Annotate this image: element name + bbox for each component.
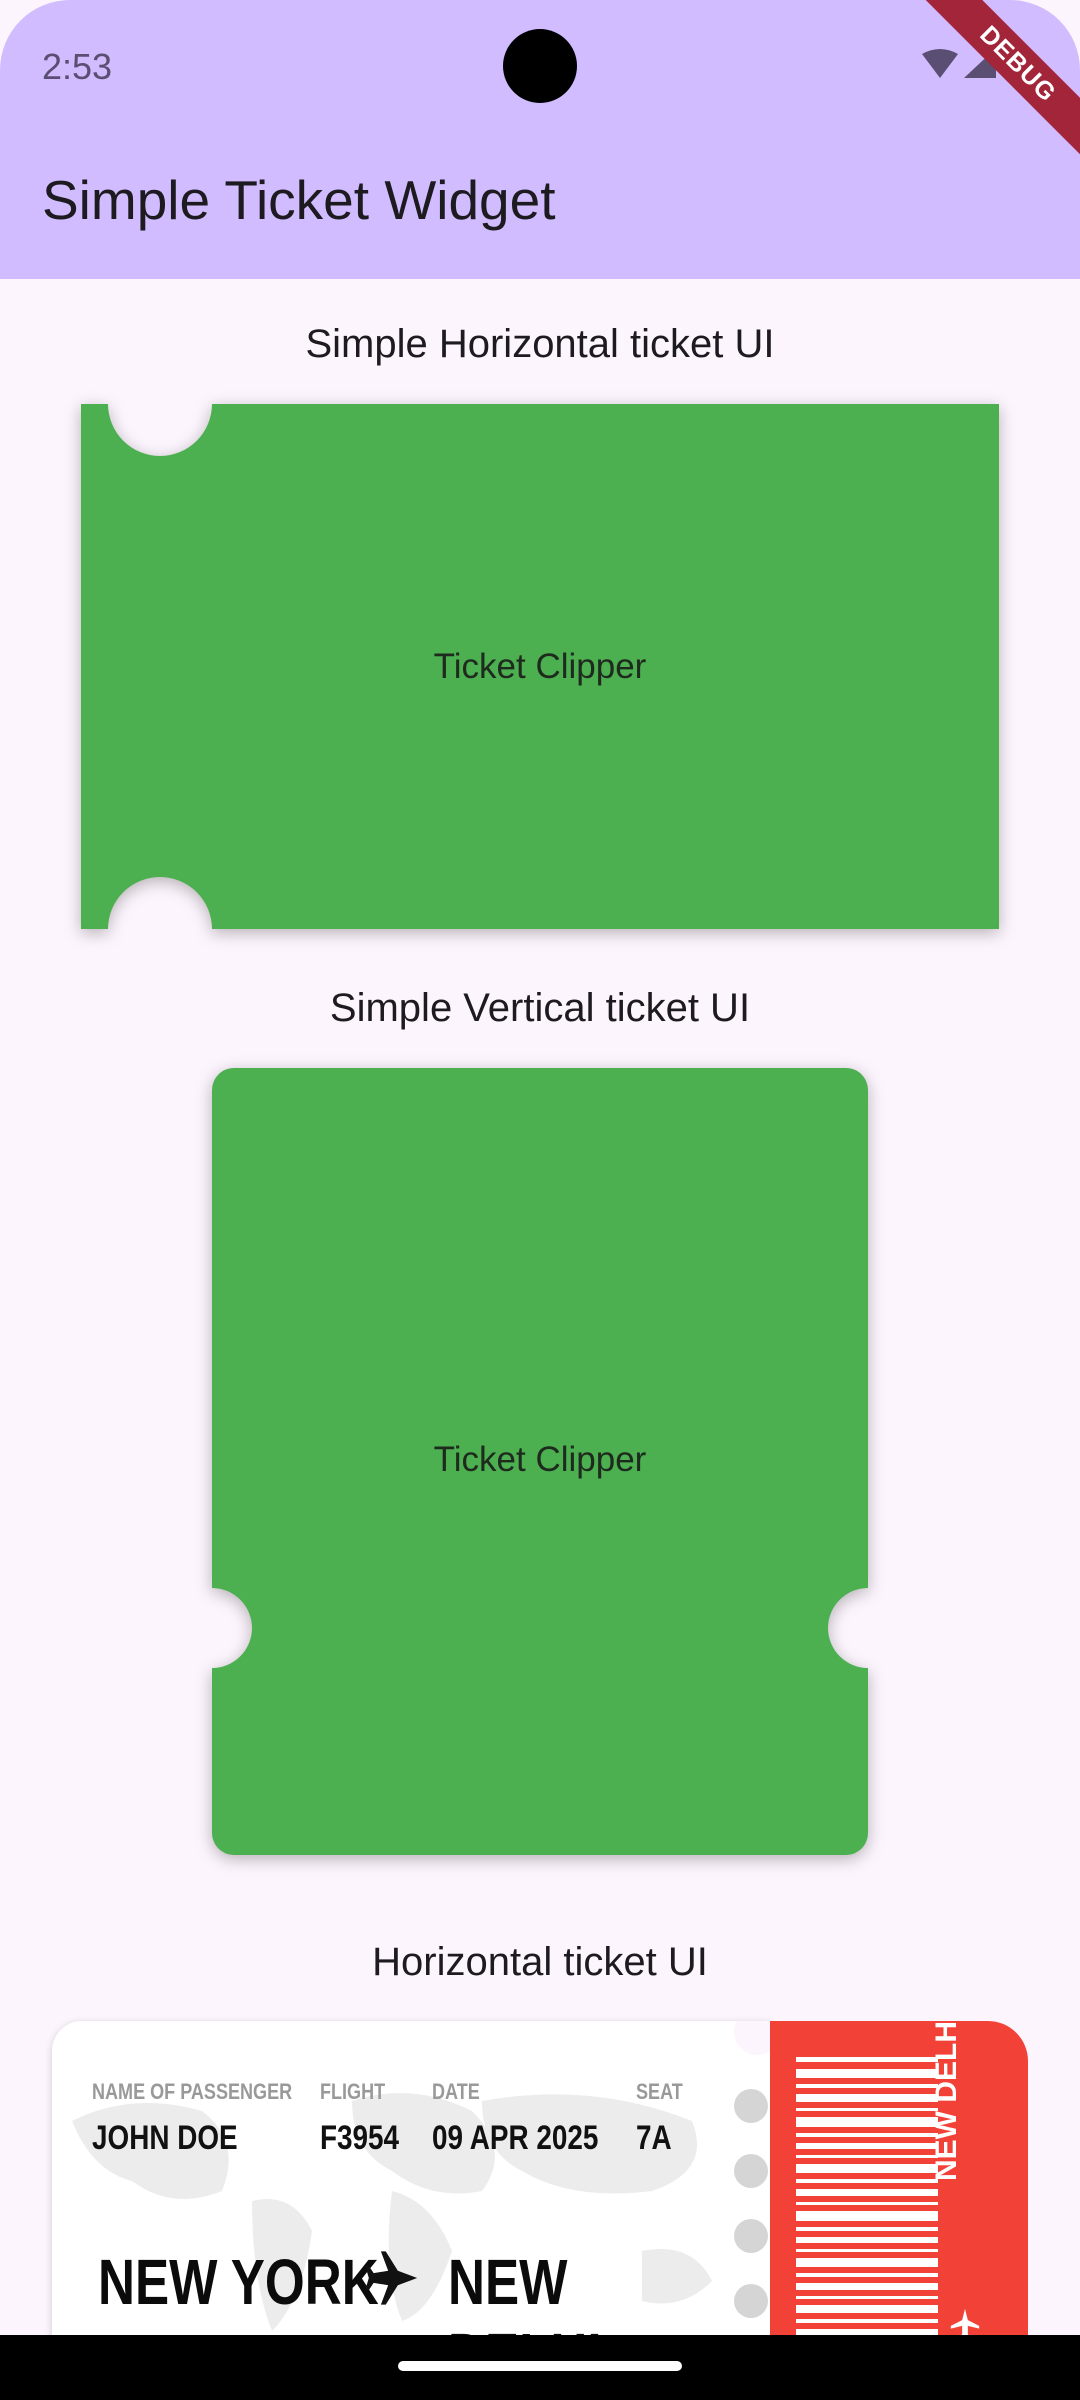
airplane-icon xyxy=(365,2251,418,2305)
perforation-notch-top xyxy=(734,2021,770,2055)
app-bar: 2:53 Simple Ticket Widget DEBUG xyxy=(0,0,1080,279)
date-label: DATE xyxy=(432,2079,480,2104)
flight-value: F3954 xyxy=(320,2119,400,2157)
seat-label: SEAT xyxy=(636,2079,683,2104)
status-time: 2:53 xyxy=(42,46,113,87)
origin-city: NEW YORK xyxy=(98,2246,379,2318)
passenger-name-label: NAME OF PASSENGER xyxy=(92,2079,293,2104)
horizontal-ticket-card[interactable]: Ticket Clipper xyxy=(81,404,999,929)
barcode xyxy=(796,2057,938,2359)
vertical-ticket-label: Ticket Clipper xyxy=(433,1440,647,1479)
flight-label: FLIGHT xyxy=(320,2079,386,2104)
page-title: Simple Ticket Widget xyxy=(42,169,556,231)
section-title-horizontal-ticket: Horizontal ticket UI xyxy=(372,1940,708,1984)
perforation-dot xyxy=(734,2219,768,2253)
passenger-name-value: JOHN DOE xyxy=(92,2119,238,2157)
boarding-pass-main: NAME OF PASSENGER JOHN DOE FLIGHT F3954 … xyxy=(52,2021,770,2361)
horizontal-ticket-label: Ticket Clipper xyxy=(433,647,647,686)
system-navigation-bar xyxy=(0,2335,1080,2400)
perforation-dot xyxy=(734,2284,768,2318)
perforation-dot xyxy=(734,2154,768,2188)
home-gesture-handle[interactable] xyxy=(398,2361,682,2371)
section-title-vertical-simple: Simple Vertical ticket UI xyxy=(329,986,751,1030)
date-value: 09 APR 2025 xyxy=(432,2119,599,2157)
seat-value: 7A xyxy=(636,2119,672,2157)
app-screen: 2:53 Simple Ticket Widget DEBUG Simple H… xyxy=(0,0,1080,2400)
boarding-pass-ticket[interactable]: NAME OF PASSENGER JOHN DOE FLIGHT F3954 … xyxy=(52,2021,1028,2361)
debug-banner: DEBUG xyxy=(920,0,1080,160)
perforation-dot xyxy=(734,2089,768,2123)
boarding-pass-stub: NEW DELHI xyxy=(770,2021,1028,2361)
section-title-horizontal-simple: Simple Horizontal ticket UI xyxy=(305,322,775,366)
stub-destination: NEW DELHI xyxy=(930,2021,963,2181)
debug-banner-label: DEBUG xyxy=(920,0,1080,160)
vertical-ticket-card[interactable]: Ticket Clipper xyxy=(212,1068,868,1855)
camera-cutout xyxy=(503,29,577,103)
